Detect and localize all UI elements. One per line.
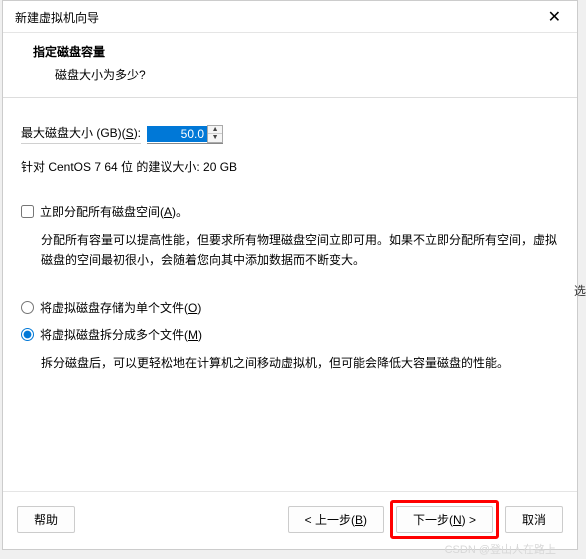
cancel-button[interactable]: 取消	[505, 506, 563, 533]
size-suggestion: 针对 CentOS 7 64 位 的建议大小: 20 GB	[21, 158, 559, 175]
disk-size-label: 最大磁盘大小 (GB)(S):	[21, 124, 141, 144]
allocate-now-row: 立即分配所有磁盘空间(A)。	[21, 203, 559, 220]
allocate-now-label: 立即分配所有磁盘空间(A)。	[40, 203, 188, 220]
page-subtitle: 磁盘大小为多少?	[55, 66, 561, 83]
split-file-label: 将虚拟磁盘拆分成多个文件(M)	[40, 326, 202, 343]
button-group: < 上一步(B) 下一步(N) > 取消	[288, 500, 563, 539]
side-char: 选	[574, 282, 586, 299]
close-icon[interactable]: ✕	[542, 10, 567, 26]
single-file-label: 将虚拟磁盘存储为单个文件(O)	[40, 299, 201, 316]
header-section: 指定磁盘容量 磁盘大小为多少?	[3, 33, 577, 98]
content-area: 最大磁盘大小 (GB)(S): ▲ ▼ 针对 CentOS 7 64 位 的建议…	[3, 98, 577, 383]
allocate-now-checkbox[interactable]	[21, 205, 34, 218]
spinner-up-icon[interactable]: ▲	[208, 126, 222, 134]
single-file-row: 将虚拟磁盘存储为单个文件(O)	[21, 299, 559, 316]
page-title: 指定磁盘容量	[33, 43, 561, 60]
next-button-highlight: 下一步(N) >	[390, 500, 499, 539]
spinner-buttons: ▲ ▼	[207, 125, 223, 143]
allocate-now-desc: 分配所有容量可以提高性能，但要求所有物理磁盘空间立即可用。如果不立即分配所有空间…	[41, 230, 559, 271]
disk-size-row: 最大磁盘大小 (GB)(S): ▲ ▼	[21, 124, 559, 144]
split-file-radio[interactable]	[21, 328, 34, 341]
disk-size-spinner: ▲ ▼	[147, 125, 223, 144]
wizard-dialog: 新建虚拟机向导 ✕ 指定磁盘容量 磁盘大小为多少? 最大磁盘大小 (GB)(S)…	[2, 0, 578, 550]
split-file-row: 将虚拟磁盘拆分成多个文件(M)	[21, 326, 559, 343]
next-button[interactable]: 下一步(N) >	[396, 506, 493, 533]
titlebar: 新建虚拟机向导 ✕	[3, 1, 577, 33]
single-file-radio[interactable]	[21, 301, 34, 314]
window-title: 新建虚拟机向导	[15, 9, 99, 26]
spinner-down-icon[interactable]: ▼	[208, 134, 222, 142]
help-button[interactable]: 帮助	[17, 506, 75, 533]
back-button[interactable]: < 上一步(B)	[288, 506, 384, 533]
disk-size-input[interactable]	[147, 126, 207, 142]
split-file-desc: 拆分磁盘后，可以更轻松地在计算机之间移动虚拟机，但可能会降低大容量磁盘的性能。	[41, 353, 559, 373]
footer: 帮助 < 上一步(B) 下一步(N) > 取消	[3, 491, 577, 549]
